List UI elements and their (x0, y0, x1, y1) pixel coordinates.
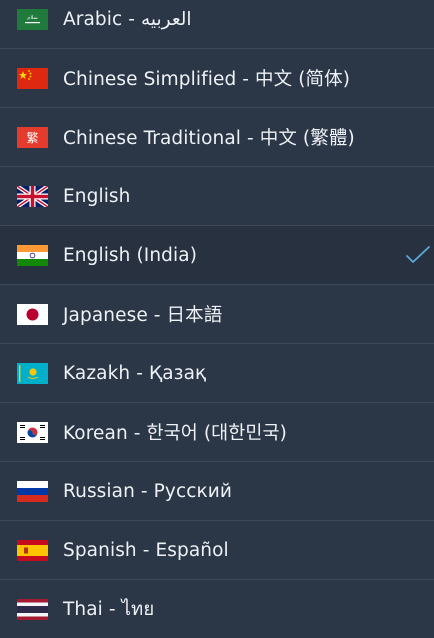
language-option-thai[interactable]: Thai - ไทย (0, 580, 434, 638)
japan-flag-icon (17, 303, 48, 325)
kazakhstan-flag-icon (17, 362, 48, 384)
language-label: Chinese Traditional - 中文 (繁體) (63, 128, 355, 149)
svg-text:繁: 繁 (26, 130, 38, 145)
uk-flag-icon (17, 185, 48, 207)
language-option-japanese[interactable]: Japanese - 日本語 (0, 285, 434, 344)
spain-flag-icon (17, 539, 48, 561)
checkmark-icon (405, 245, 431, 265)
language-option-spanish[interactable]: Spanish - Español (0, 521, 434, 580)
svg-text:سلام: سلام (27, 15, 37, 21)
traditional-chinese-flag-icon: 繁 (17, 126, 48, 148)
language-label: Spanish - Español (63, 539, 229, 561)
language-option-arabic[interactable]: سلام Arabic - العربيه (0, 0, 434, 49)
language-option-english[interactable]: English (0, 167, 434, 226)
language-option-russian[interactable]: Russian - Русский (0, 462, 434, 521)
language-label: Russian - Русский (63, 480, 233, 502)
language-label: Arabic - العربيه (63, 8, 192, 30)
language-label: Thai - ไทย (63, 598, 155, 620)
language-option-chinese-simplified[interactable]: Chinese Simplified - 中文 (简体) (0, 49, 434, 108)
language-label: Japanese - 日本語 (63, 305, 223, 326)
language-option-korean[interactable]: Korean - 한국어 (대한민국) (0, 403, 434, 462)
language-label: English (63, 185, 131, 207)
language-option-kazakh[interactable]: Kazakh - Қазақ (0, 344, 434, 403)
russia-flag-icon (17, 480, 48, 502)
language-list: سلام Arabic - العربيه Chinese Simplified… (0, 0, 434, 638)
china-flag-icon (17, 67, 48, 89)
language-label: Kazakh - Қазақ (63, 362, 207, 384)
language-option-english-india[interactable]: English (India) (0, 226, 434, 285)
language-label: Chinese Simplified - 中文 (简体) (63, 69, 351, 90)
south-korea-flag-icon (17, 421, 48, 443)
language-label: English (India) (63, 244, 198, 266)
saudi-arabia-flag-icon: سلام (17, 8, 48, 30)
india-flag-icon (17, 244, 48, 266)
language-option-chinese-traditional[interactable]: 繁 Chinese Traditional - 中文 (繁體) (0, 108, 434, 167)
thailand-flag-icon (17, 598, 48, 620)
language-label: Korean - 한국어 (대한민국) (63, 423, 287, 444)
